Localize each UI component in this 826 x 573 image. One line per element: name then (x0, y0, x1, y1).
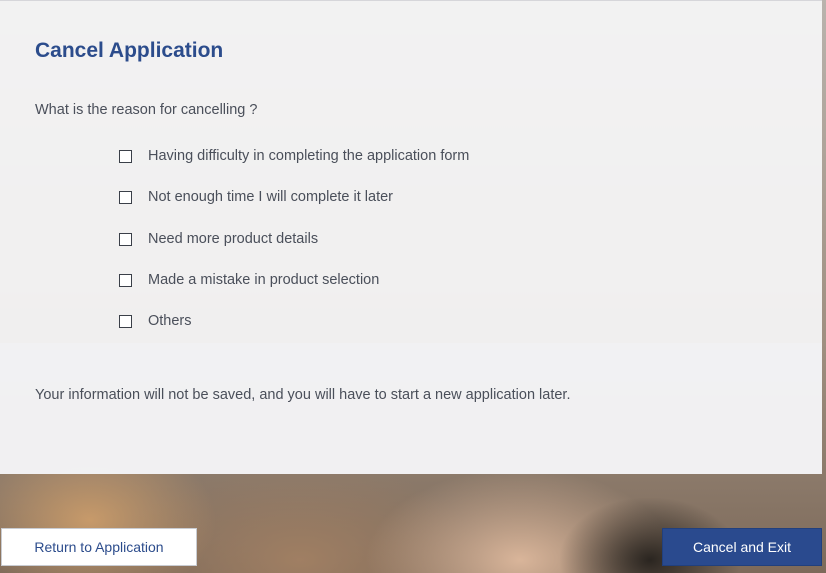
reason-checkbox[interactable] (119, 232, 132, 246)
reason-option-label: Having difficulty in completing the appl… (148, 148, 470, 164)
reason-option-label: Made a mistake in product selection (148, 271, 380, 288)
cancel-and-exit-button[interactable]: Cancel and Exit (662, 528, 822, 566)
reason-checkbox[interactable] (119, 191, 132, 205)
cancel-reason-question: What is the reason for cancelling ? (35, 102, 258, 118)
dialog-title: Cancel Application (35, 39, 224, 62)
cancel-dialog: Cancel Application What is the reason fo… (0, 0, 822, 474)
reason-options-list: Having difficulty in completing the appl… (119, 146, 469, 352)
return-to-application-button[interactable]: Return to Application (1, 528, 197, 566)
reason-checkbox[interactable] (119, 150, 132, 163)
reason-option-label: Others (148, 313, 192, 330)
reason-option-label: Need more product details (148, 230, 319, 247)
reason-option-difficulty[interactable]: Having difficulty in completing the appl… (119, 146, 469, 187)
reason-option-mistake[interactable]: Made a mistake in product selection (119, 270, 469, 311)
dialog-footer-band (0, 343, 822, 474)
reason-option-not-enough-time[interactable]: Not enough time I will complete it later (119, 187, 469, 228)
reason-option-others[interactable]: Others (119, 311, 469, 352)
data-loss-notice: Your information will not be saved, and … (35, 387, 571, 403)
reason-checkbox[interactable] (119, 315, 132, 329)
reason-option-more-details[interactable]: Need more product details (119, 229, 469, 270)
reason-checkbox[interactable] (119, 273, 132, 287)
reason-option-label: Not enough time I will complete it later (148, 189, 393, 206)
